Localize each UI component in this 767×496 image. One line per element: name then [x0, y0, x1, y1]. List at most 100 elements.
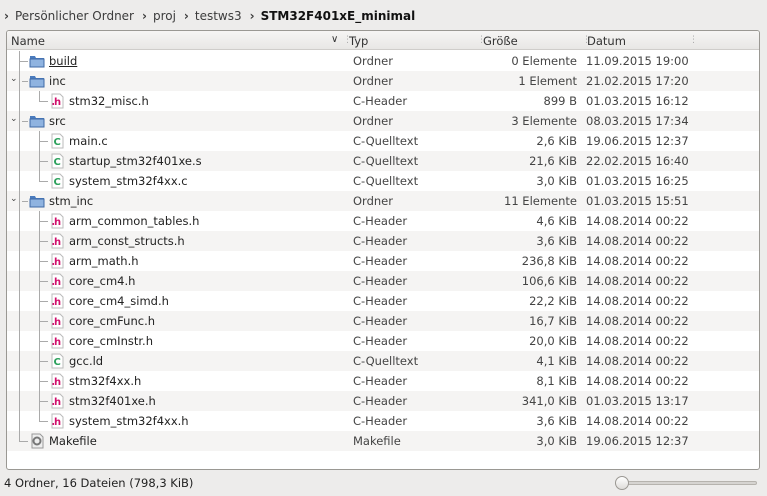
column-type[interactable]: Typ	[349, 34, 368, 48]
c-header-file-icon: h	[49, 233, 65, 249]
breadcrumb-proj[interactable]: proj	[153, 9, 176, 23]
file-date: 01.03.2015 15:51	[586, 194, 689, 208]
file-list-view[interactable]: Name ∨ ⋮ Typ ⋮ Größe ⋮ Datum ⋮ build Ordn…	[6, 30, 760, 470]
file-type: Ordner	[353, 114, 393, 128]
column-size[interactable]: Größe	[483, 34, 518, 48]
chevron-right-icon: ›	[142, 9, 147, 23]
table-row[interactable]: h arm_math.h C-Header 236,8 KiB 14.08.2014 0…	[7, 251, 759, 271]
file-date: 19.06.2015 12:37	[586, 434, 689, 448]
svg-text:C: C	[54, 157, 61, 168]
file-type: C-Header	[353, 254, 408, 268]
file-type: C-Header	[353, 394, 408, 408]
c-source-file-icon: C	[49, 153, 65, 169]
file-size: 0 Elemente	[511, 54, 577, 68]
zoom-slider[interactable]	[615, 476, 757, 490]
svg-text:h: h	[54, 257, 61, 268]
file-name[interactable]: core_cmInstr.h	[69, 334, 153, 348]
tree-line	[19, 111, 20, 131]
table-row[interactable]: ⌄ inc Ordner 1 Element 21.02.2015 17:20	[7, 71, 759, 91]
table-row[interactable]: h stm32f401xe.h C-Header 341,0 KiB 01.03.201…	[7, 391, 759, 411]
file-name[interactable]: arm_const_structs.h	[69, 234, 185, 248]
file-name[interactable]: stm32_misc.h	[69, 94, 149, 108]
table-row[interactable]: build Ordner 0 Elemente 11.09.2015 19:00	[7, 51, 759, 71]
expander-chevron-down-icon[interactable]: ⌄	[10, 74, 18, 84]
file-name[interactable]: core_cmFunc.h	[69, 314, 155, 328]
table-row[interactable]: h core_cmFunc.h C-Header 16,7 KiB 14.08.2014…	[7, 311, 759, 331]
expander-chevron-down-icon[interactable]: ⌄	[10, 194, 18, 204]
sort-chevron-down-icon[interactable]: ∨	[331, 34, 338, 45]
file-name[interactable]: startup_stm32f401xe.s	[69, 154, 202, 168]
file-name[interactable]: src	[49, 114, 66, 128]
breadcrumb-home[interactable]: Persönlicher Ordner	[15, 9, 134, 23]
table-row[interactable]: h core_cm4_simd.h C-Header 22,2 KiB 14.08.20…	[7, 291, 759, 311]
breadcrumb-current[interactable]: STM32F401xE_minimal	[261, 9, 416, 23]
column-name[interactable]: Name	[11, 34, 45, 48]
table-row[interactable]: Cgcc.ld C-Quelltext 4,1 KiB 14.08.2014 00:2…	[7, 351, 759, 371]
file-name[interactable]: arm_common_tables.h	[69, 214, 199, 228]
svg-text:h: h	[54, 97, 61, 108]
file-name[interactable]: Makefile	[49, 434, 97, 448]
tree-line	[39, 401, 48, 402]
zoom-slider-track[interactable]	[615, 481, 757, 485]
makefile-icon	[29, 433, 45, 449]
file-type: Ordner	[353, 54, 393, 68]
tree-line	[39, 101, 48, 102]
tree-line	[19, 391, 20, 411]
file-type: C-Header	[353, 374, 408, 388]
file-name[interactable]: gcc.ld	[69, 354, 103, 368]
file-type: C-Quelltext	[353, 134, 419, 148]
tree-line	[19, 371, 20, 391]
tree-line	[22, 201, 28, 202]
file-size: 21,6 KiB	[529, 154, 577, 168]
file-name[interactable]: stm32f4xx.h	[69, 374, 141, 388]
file-name[interactable]: stm_inc	[49, 194, 93, 208]
chevron-right-icon: ›	[249, 9, 255, 23]
file-size: 106,6 KiB	[521, 274, 577, 288]
table-row[interactable]: h stm32f4xx.h C-Header 8,1 KiB 14.08.2014 00…	[7, 371, 759, 391]
c-header-file-icon: h	[49, 253, 65, 269]
table-row[interactable]: h core_cmInstr.h C-Header 20,0 KiB 14.08.201…	[7, 331, 759, 351]
c-source-file-icon: C	[49, 353, 65, 369]
table-row[interactable]: h arm_const_structs.h C-Header 3,6 KiB 14.08…	[7, 231, 759, 251]
table-row[interactable]: Cstartup_stm32f401xe.s C-Quelltext 21,6 Ki…	[7, 151, 759, 171]
svg-text:h: h	[54, 317, 61, 328]
expander-chevron-down-icon[interactable]: ⌄	[10, 114, 18, 124]
file-type: C-Header	[353, 94, 408, 108]
table-row[interactable]: Makefile Makefile 3,0 KiB 19.06.2015 12:37	[7, 431, 759, 451]
file-name[interactable]: system_stm32f4xx.h	[69, 414, 189, 428]
table-row[interactable]: h system_stm32f4xx.h C-Header 3,6 KiB 14.08.…	[7, 411, 759, 431]
file-date: 01.03.2015 13:17	[586, 394, 689, 408]
file-name[interactable]: arm_math.h	[69, 254, 139, 268]
file-name[interactable]: core_cm4_simd.h	[69, 294, 169, 308]
table-row[interactable]: ⌄ stm_inc Ordner 11 Elemente 01.03.2015 15:5…	[7, 191, 759, 211]
table-row[interactable]: h stm32_misc.h C-Header 899 B 01.03.2015 16:…	[7, 91, 759, 111]
zoom-slider-handle[interactable]	[615, 476, 629, 490]
file-size: 3,0 KiB	[536, 434, 577, 448]
tree-line	[19, 251, 20, 271]
c-header-file-icon: h	[49, 273, 65, 289]
table-row[interactable]: Csystem_stm32f4xx.c C-Quelltext 3,0 KiB 01.…	[7, 171, 759, 191]
file-name[interactable]: build	[49, 54, 77, 68]
file-name[interactable]: system_stm32f4xx.c	[69, 174, 188, 188]
breadcrumb-testws3[interactable]: testws3	[195, 9, 242, 23]
file-date: 14.08.2014 00:22	[586, 294, 689, 308]
table-row[interactable]: h core_cm4.h C-Header 106,6 KiB 14.08.2014 0…	[7, 271, 759, 291]
file-name[interactable]: core_cm4.h	[69, 274, 135, 288]
table-row[interactable]: h arm_common_tables.h C-Header 4,6 KiB 14.08…	[7, 211, 759, 231]
file-size: 11 Elemente	[504, 194, 577, 208]
tree-line	[19, 441, 28, 442]
file-name[interactable]: inc	[49, 74, 66, 88]
tree-line	[39, 321, 48, 322]
file-date: 14.08.2014 00:22	[586, 214, 689, 228]
table-row[interactable]: Cmain.c C-Quelltext 2,6 KiB 19.06.2015 12:3…	[7, 131, 759, 151]
svg-text:h: h	[54, 397, 61, 408]
tree-line	[19, 431, 20, 441]
column-date[interactable]: Datum	[587, 34, 626, 48]
file-name[interactable]: stm32f401xe.h	[69, 394, 156, 408]
table-row[interactable]: ⌄ src Ordner 3 Elemente 08.03.2015 17:34	[7, 111, 759, 131]
file-date: 14.08.2014 00:22	[586, 314, 689, 328]
file-date: 14.08.2014 00:22	[586, 274, 689, 288]
file-name[interactable]: main.c	[69, 134, 108, 148]
file-date: 11.09.2015 19:00	[586, 54, 689, 68]
column-grip[interactable]: ⋮	[689, 35, 698, 45]
